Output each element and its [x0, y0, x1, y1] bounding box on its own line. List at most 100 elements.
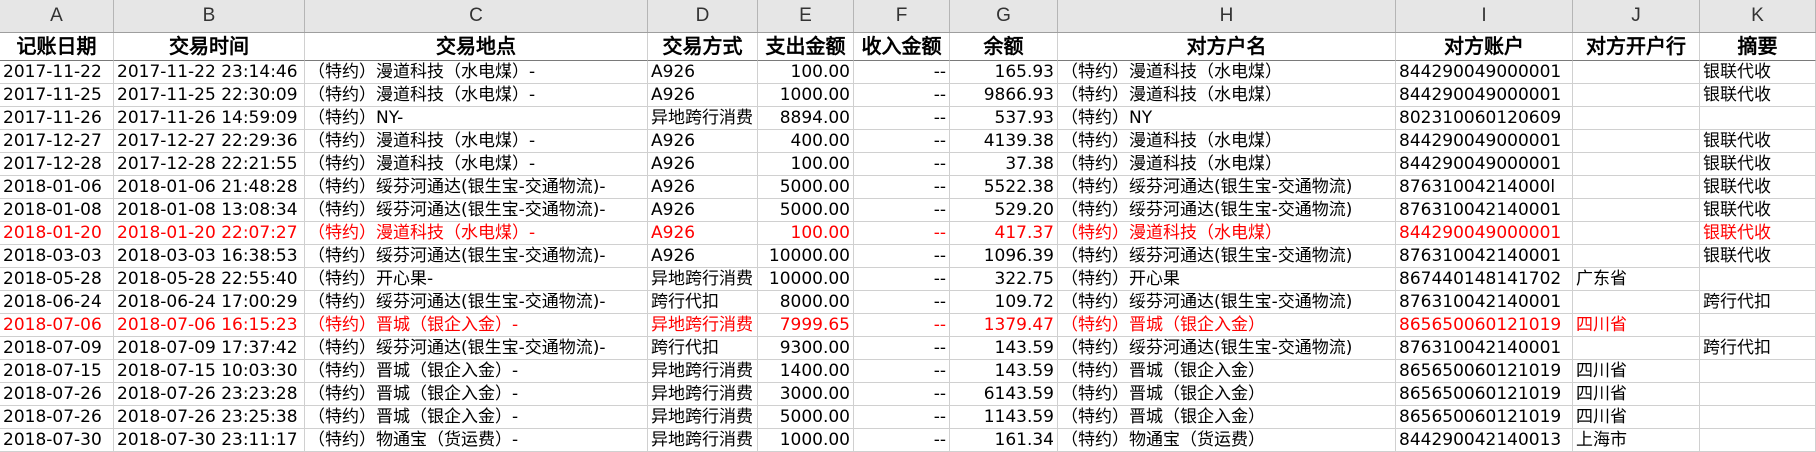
cell-balance[interactable]: 322.75: [950, 268, 1058, 291]
cell-expense[interactable]: 10000.00: [758, 245, 854, 268]
cell-income[interactable]: --: [854, 222, 950, 245]
cell-booking-date[interactable]: 2018-07-30: [0, 429, 114, 452]
cell-counterparty-account[interactable]: 865650060121019: [1396, 314, 1573, 337]
cell-trade-location[interactable]: （特约）漫道科技（水电煤）-: [305, 61, 648, 84]
cell-booking-date[interactable]: 2017-11-26: [0, 107, 114, 130]
cell-trade-location[interactable]: （特约）漫道科技（水电煤）-: [305, 222, 648, 245]
cell-expense[interactable]: 5000.00: [758, 406, 854, 429]
cell-counterparty-bank[interactable]: [1573, 61, 1700, 84]
cell-balance[interactable]: 109.72: [950, 291, 1058, 314]
cell-trade-method[interactable]: A926: [648, 84, 758, 107]
cell-counterparty-bank[interactable]: [1573, 107, 1700, 130]
cell-counterparty-bank[interactable]: [1573, 130, 1700, 153]
cell-trade-location[interactable]: （特约）绥芬河通达(银生宝-交通物流)-: [305, 176, 648, 199]
cell-expense[interactable]: 100.00: [758, 222, 854, 245]
header-counterparty-name[interactable]: 对方户名: [1058, 33, 1396, 61]
cell-summary[interactable]: [1700, 406, 1816, 429]
cell-counterparty-bank[interactable]: [1573, 176, 1700, 199]
cell-income[interactable]: --: [854, 429, 950, 452]
cell-expense[interactable]: 8894.00: [758, 107, 854, 130]
cell-booking-date[interactable]: 2018-05-28: [0, 268, 114, 291]
cell-summary[interactable]: [1700, 429, 1816, 452]
cell-counterparty-bank[interactable]: [1573, 245, 1700, 268]
cell-trade-method[interactable]: A926: [648, 245, 758, 268]
cell-summary[interactable]: 银联代收: [1700, 61, 1816, 84]
cell-trade-time[interactable]: 2018-01-08 13:08:34: [114, 199, 305, 222]
column-letter-d[interactable]: D: [648, 0, 758, 32]
cell-counterparty-bank[interactable]: 上海市: [1573, 429, 1700, 452]
cell-booking-date[interactable]: 2018-07-06: [0, 314, 114, 337]
header-expense[interactable]: 支出金额: [758, 33, 854, 61]
column-letter-g[interactable]: G: [950, 0, 1058, 32]
cell-income[interactable]: --: [854, 61, 950, 84]
cell-booking-date[interactable]: 2018-07-09: [0, 337, 114, 360]
cell-summary[interactable]: 银联代收: [1700, 84, 1816, 107]
cell-expense[interactable]: 7999.65: [758, 314, 854, 337]
cell-balance[interactable]: 417.37: [950, 222, 1058, 245]
cell-balance[interactable]: 9866.93: [950, 84, 1058, 107]
header-balance[interactable]: 余额: [950, 33, 1058, 61]
cell-trade-time[interactable]: 2018-03-03 16:38:53: [114, 245, 305, 268]
cell-counterparty-account[interactable]: 865650060121019: [1396, 406, 1573, 429]
cell-income[interactable]: --: [854, 337, 950, 360]
cell-summary[interactable]: [1700, 314, 1816, 337]
cell-counterparty-bank[interactable]: 四川省: [1573, 360, 1700, 383]
cell-income[interactable]: --: [854, 291, 950, 314]
cell-balance[interactable]: 1379.47: [950, 314, 1058, 337]
cell-counterparty-account[interactable]: 876310042140001: [1396, 337, 1573, 360]
cell-counterparty-name[interactable]: （特约）绥芬河通达(银生宝-交通物流): [1058, 199, 1396, 222]
cell-income[interactable]: --: [854, 84, 950, 107]
cell-summary[interactable]: 银联代收: [1700, 199, 1816, 222]
cell-expense[interactable]: 3000.00: [758, 383, 854, 406]
cell-balance[interactable]: 4139.38: [950, 130, 1058, 153]
cell-trade-method[interactable]: 异地跨行消费: [648, 314, 758, 337]
cell-counterparty-name[interactable]: （特约）漫道科技（水电煤）: [1058, 61, 1396, 84]
cell-trade-time[interactable]: 2017-12-27 22:29:36: [114, 130, 305, 153]
cell-income[interactable]: --: [854, 360, 950, 383]
header-trade-location[interactable]: 交易地点: [305, 33, 648, 61]
cell-trade-time[interactable]: 2018-07-26 23:23:28: [114, 383, 305, 406]
cell-counterparty-bank[interactable]: [1573, 84, 1700, 107]
cell-summary[interactable]: 跨行代扣: [1700, 337, 1816, 360]
cell-counterparty-name[interactable]: （特约）晋城（银企入金）: [1058, 406, 1396, 429]
cell-booking-date[interactable]: 2018-01-06: [0, 176, 114, 199]
cell-counterparty-account[interactable]: 844290049000001: [1396, 222, 1573, 245]
cell-counterparty-bank[interactable]: 四川省: [1573, 383, 1700, 406]
cell-counterparty-name[interactable]: （特约）绥芬河通达(银生宝-交通物流): [1058, 245, 1396, 268]
cell-trade-location[interactable]: （特约）物通宝（货运费）-: [305, 429, 648, 452]
cell-income[interactable]: --: [854, 314, 950, 337]
cell-counterparty-account[interactable]: 867440148141702: [1396, 268, 1573, 291]
cell-summary[interactable]: 跨行代扣: [1700, 291, 1816, 314]
cell-expense[interactable]: 5000.00: [758, 176, 854, 199]
cell-trade-location[interactable]: （特约）开心果-: [305, 268, 648, 291]
cell-trade-time[interactable]: 2017-11-22 23:14:46: [114, 61, 305, 84]
cell-booking-date[interactable]: 2017-11-22: [0, 61, 114, 84]
cell-trade-method[interactable]: A926: [648, 130, 758, 153]
cell-expense[interactable]: 100.00: [758, 61, 854, 84]
cell-trade-time[interactable]: 2018-07-30 23:11:17: [114, 429, 305, 452]
cell-summary[interactable]: [1700, 268, 1816, 291]
cell-summary[interactable]: [1700, 360, 1816, 383]
cell-counterparty-name[interactable]: （特约）NY: [1058, 107, 1396, 130]
column-letter-k[interactable]: K: [1700, 0, 1816, 32]
cell-balance[interactable]: 1096.39: [950, 245, 1058, 268]
header-counterparty-account[interactable]: 对方账户: [1396, 33, 1573, 61]
cell-trade-method[interactable]: 跨行代扣: [648, 337, 758, 360]
cell-counterparty-account[interactable]: 87631004214000l: [1396, 176, 1573, 199]
cell-trade-location[interactable]: （特约）晋城（银企入金）-: [305, 383, 648, 406]
cell-counterparty-account[interactable]: 844290049000001: [1396, 61, 1573, 84]
cell-trade-time[interactable]: 2018-07-15 10:03:30: [114, 360, 305, 383]
cell-trade-time[interactable]: 2018-01-20 22:07:27: [114, 222, 305, 245]
cell-counterparty-bank[interactable]: 广东省: [1573, 268, 1700, 291]
cell-expense[interactable]: 400.00: [758, 130, 854, 153]
cell-trade-time[interactable]: 2018-05-28 22:55:40: [114, 268, 305, 291]
cell-summary[interactable]: 银联代收: [1700, 153, 1816, 176]
cell-income[interactable]: --: [854, 245, 950, 268]
cell-counterparty-name[interactable]: （特约）漫道科技（水电煤）: [1058, 222, 1396, 245]
cell-trade-method[interactable]: A926: [648, 176, 758, 199]
cell-trade-time[interactable]: 2018-07-09 17:37:42: [114, 337, 305, 360]
header-booking-date[interactable]: 记账日期: [0, 33, 114, 61]
cell-summary[interactable]: 银联代收: [1700, 245, 1816, 268]
header-income[interactable]: 收入金额: [854, 33, 950, 61]
cell-counterparty-name[interactable]: （特约）开心果: [1058, 268, 1396, 291]
